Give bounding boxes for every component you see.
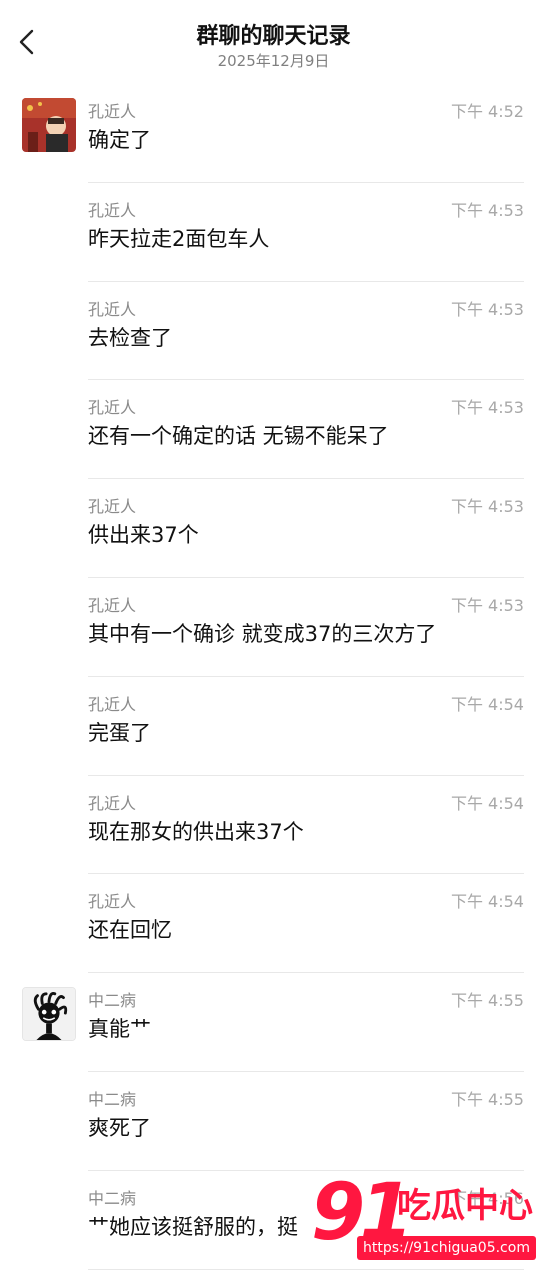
watermark-logo: 91 吃瓜中心 https://91chigua05.com: [305, 1168, 545, 1268]
page-date: 2025年12月9日: [217, 52, 330, 70]
message-time: 下午 4:54: [450, 793, 524, 813]
avatar[interactable]: [22, 98, 76, 152]
message-text: 昨天拉走2面包车人: [88, 226, 270, 251]
message-time: 下午 4:52: [450, 102, 524, 121]
message-text: 完蛋了: [88, 720, 151, 745]
message-item[interactable]: 中二病 下午 4:55 爽死了: [0, 1072, 547, 1171]
sender-name: 孔近人: [88, 299, 137, 319]
message-text: 真能艹: [88, 1017, 151, 1042]
sender-name: 中二病: [88, 1188, 137, 1208]
message-item[interactable]: 孔近人 下午 4:53 供出来37个: [0, 479, 547, 578]
sender-name: 孔近人: [88, 200, 137, 220]
sender-name: 孔近人: [88, 595, 137, 615]
sender-name: 孔近人: [88, 892, 137, 912]
message-item[interactable]: 中二病 下午 4:55 真能艹: [0, 973, 547, 1072]
message-time: 下午 4:54: [450, 694, 524, 714]
top-bar: 群聊的聊天记录 2025年12月9日: [0, 0, 547, 80]
message-text: 现在那女的供出来37个: [88, 819, 304, 844]
message-time: 下午 4:53: [450, 398, 524, 418]
sender-name: 孔近人: [88, 398, 137, 418]
message-text: 去检查了: [88, 325, 172, 350]
sender-name: 孔近人: [88, 497, 137, 517]
message-item[interactable]: 孔近人 下午 4:53 去检查了: [0, 282, 547, 381]
sender-name: 孔近人: [88, 694, 137, 714]
message-item[interactable]: 孔近人 下午 4:54 完蛋了: [0, 677, 547, 776]
message-item[interactable]: 孔近人 下午 4:53 还有一个确定的话 无锡不能呆了: [0, 380, 547, 480]
sender-name: 中二病: [88, 1089, 137, 1109]
divider: [88, 1268, 524, 1270]
message-time: 下午 4:53: [450, 299, 524, 319]
watermark-brand: 吃瓜中心: [397, 1186, 533, 1226]
message-item[interactable]: 孔近人 下午 4:54 还在回忆: [0, 874, 547, 974]
avatar[interactable]: [22, 987, 76, 1042]
sender-name: 孔近人: [88, 102, 137, 121]
message-text: 还在回忆: [88, 918, 172, 943]
message-item[interactable]: 孔近人 下午 4:53 昨天拉走2面包车人: [0, 183, 547, 282]
message-list: 孔近人 下午 4:52 确定了 孔近人 下午 4:53 昨天拉走2面包车人 孔近…: [0, 84, 547, 1270]
message-text: 供出来37个: [88, 523, 199, 548]
message-text: 其中有一个确诊 就变成37的三次方了: [88, 621, 437, 646]
message-item[interactable]: 孔近人 下午 4:53 其中有一个确诊 就变成37的三次方了: [0, 578, 547, 677]
sender-name: 孔近人: [88, 793, 137, 813]
message-text: 确定了: [88, 128, 151, 152]
message-text: 爽死了: [88, 1115, 151, 1140]
page-title: 群聊的聊天记录: [196, 24, 351, 49]
message-time: 下午 4:54: [450, 892, 524, 912]
message-time: 下午 4:53: [450, 595, 524, 615]
message-time: 下午 4:55: [450, 1089, 524, 1109]
sender-name: 中二病: [88, 991, 137, 1011]
message-text: 艹她应该挺舒服的，挺: [88, 1214, 298, 1239]
message-time: 下午 4:55: [450, 991, 524, 1011]
message-time: 下午 4:53: [450, 200, 524, 220]
message-text: 还有一个确定的话 无锡不能呆了: [88, 424, 389, 449]
message-item[interactable]: 孔近人 下午 4:54 现在那女的供出来37个: [0, 776, 547, 875]
message-item[interactable]: 孔近人 下午 4:52 确定了: [0, 84, 547, 183]
watermark-url: https://91chigua05.com: [357, 1236, 536, 1260]
message-time: 下午 4:53: [450, 497, 524, 517]
